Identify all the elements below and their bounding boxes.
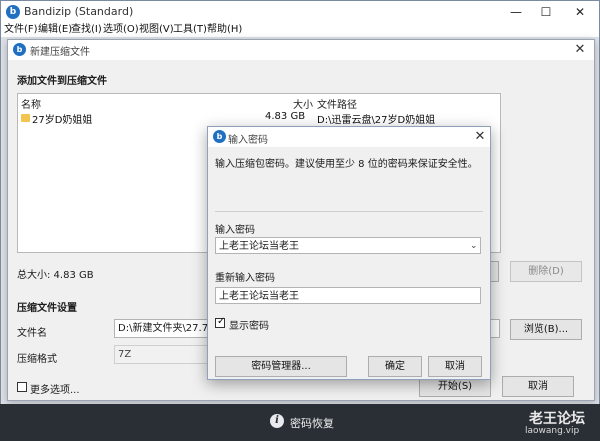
dialog-title: 新建压缩文件 — [30, 47, 90, 58]
checkmark-icon: ✓ — [217, 316, 226, 327]
password-dialog-title: 输入密码 — [228, 135, 268, 146]
dialog-title-bar: b 新建压缩文件 ✕ — [8, 40, 594, 60]
password-value: 上老王论坛当老王 — [219, 241, 299, 252]
more-options-label[interactable]: 更多选项... — [30, 381, 80, 396]
separator — [215, 211, 483, 212]
password-dialog-close-button[interactable]: ✕ — [470, 127, 490, 147]
more-options-checkbox[interactable] — [17, 382, 27, 392]
column-size[interactable]: 大小 — [293, 96, 313, 111]
column-path[interactable]: 文件路径 — [317, 96, 357, 111]
menu-file[interactable]: 文件(F) — [4, 23, 38, 37]
show-password-checkbox[interactable]: ✓ — [215, 316, 226, 328]
table-row[interactable]: 27岁D奶姐姐 4.83 GB D:\迅雷云盘\27岁D奶姐姐 — [18, 110, 500, 126]
menu-find[interactable]: 查找(I) — [71, 23, 102, 37]
close-button[interactable]: ✕ — [567, 3, 593, 21]
watermark-title: 老王论坛 — [529, 411, 585, 427]
watermark-url: laowang.vip — [525, 426, 580, 436]
browse-button[interactable]: 浏览(B)... — [510, 319, 582, 340]
password-dialog: b 输入密码 ✕ 输入压缩包密码。建议使用至少 8 位的密码来保证安全性。 输入… — [207, 126, 491, 380]
password-input[interactable]: 上老王论坛当老王 ⌄ — [215, 237, 481, 254]
chevron-down-icon[interactable]: ⌄ — [470, 238, 478, 255]
menu-bar: 文件(F) 编辑(E) 查找(I) 选项(O) 视图(V) 工具(T) 帮助(H… — [1, 23, 599, 37]
delete-button[interactable]: 删除(D) — [510, 261, 582, 282]
reenter-password-label: 重新输入密码 — [215, 273, 275, 284]
menu-tools[interactable]: 工具(T) — [173, 23, 207, 37]
bandizip-icon: b — [13, 43, 26, 56]
filename-label: 文件名 — [17, 328, 47, 339]
archive-settings-heading: 压缩文件设置 — [17, 303, 77, 314]
cancel-button[interactable]: 取消 — [502, 376, 574, 397]
password-hint: 输入压缩包密码。建议使用至少 8 位的密码来保证安全性。 — [215, 159, 478, 170]
file-path: D:\迅雷云盘\27岁D奶姐姐 — [317, 115, 436, 126]
title-bar: b Bandizip (Standard) — ☐ ✕ — [1, 1, 599, 23]
maximize-button[interactable]: ☐ — [533, 3, 559, 21]
total-size: 总大小: 4.83 GB — [17, 270, 94, 281]
ok-button[interactable]: 确定 — [368, 356, 422, 377]
menu-edit[interactable]: 编辑(E) — [38, 23, 72, 37]
folder-icon — [21, 114, 30, 122]
add-files-heading: 添加文件到压缩文件 — [17, 76, 107, 87]
file-size: 4.83 GB — [265, 111, 306, 122]
menu-options[interactable]: 选项(O) — [103, 23, 139, 37]
window-title: Bandizip (Standard) — [24, 5, 134, 18]
show-password-label[interactable]: 显示密码 — [229, 317, 269, 332]
enter-password-label: 输入密码 — [215, 225, 255, 236]
format-label: 压缩格式 — [17, 354, 57, 365]
bandizip-icon: b — [6, 5, 20, 19]
minimize-button[interactable]: — — [503, 3, 529, 21]
format-select[interactable]: 7Z — [114, 345, 209, 364]
password-dialog-title-bar: b 输入密码 ✕ — [208, 127, 490, 147]
file-name: 27岁D奶姐姐 — [32, 115, 93, 126]
bandizip-icon: b — [213, 130, 226, 143]
password-cancel-button[interactable]: 取消 — [428, 356, 482, 377]
taskbar-label[interactable]: 密码恢复 — [290, 415, 334, 431]
reenter-password-input[interactable]: 上老王论坛当老王 — [215, 287, 481, 304]
info-icon[interactable]: i — [270, 414, 284, 428]
menu-view[interactable]: 视图(V) — [139, 23, 174, 37]
column-name[interactable]: 名称 — [21, 96, 41, 111]
menu-help[interactable]: 帮助(H) — [207, 23, 242, 37]
dialog-close-button[interactable]: ✕ — [570, 40, 590, 60]
password-manager-button[interactable]: 密码管理器... — [215, 356, 347, 377]
